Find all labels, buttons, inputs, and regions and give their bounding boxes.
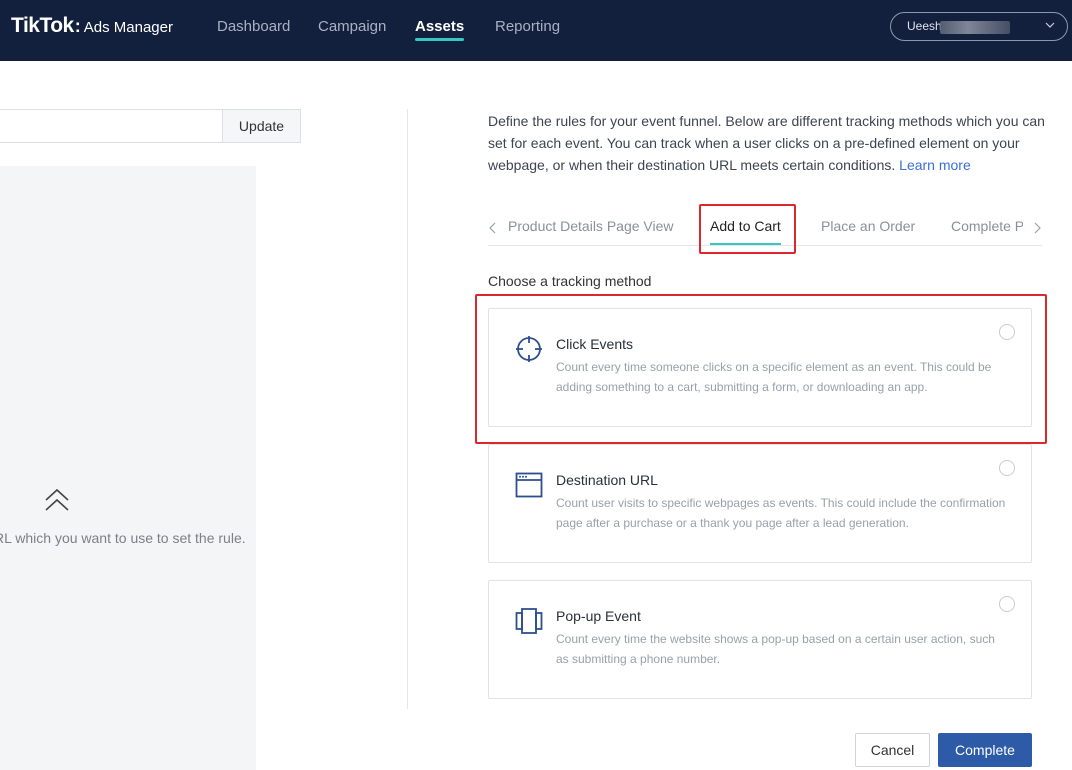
learn-more-link[interactable]: Learn more xyxy=(899,157,971,173)
chevron-left-icon[interactable] xyxy=(488,222,498,234)
update-button-label: Update xyxy=(238,118,285,134)
funnel-rules-description: Define the rules for your event funnel. … xyxy=(488,110,1048,176)
chevron-down-icon xyxy=(1045,22,1055,28)
cancel-button-label: Cancel xyxy=(870,742,915,758)
nav-reporting[interactable]: Reporting xyxy=(495,0,560,61)
tab-place-an-order[interactable]: Place an Order xyxy=(821,218,915,234)
logo-product: Ads Manager xyxy=(83,19,173,36)
nav-assets[interactable]: Assets xyxy=(415,0,465,61)
nav-campaign[interactable]: Campaign xyxy=(318,0,386,61)
radio-destination-url[interactable] xyxy=(999,460,1015,476)
highlight-box-add-to-cart xyxy=(699,204,796,254)
nav-dashboard-label: Dashboard xyxy=(217,18,291,35)
top-nav-bar: TikTok : Ads Manager Dashboard Campaign … xyxy=(0,0,1072,61)
logo-colon: : xyxy=(74,16,81,36)
preview-hint-text: RL which you want to use to set the rule… xyxy=(0,530,246,546)
tab-label: Complete Payment xyxy=(951,218,1023,234)
url-input[interactable] xyxy=(0,109,223,143)
radio-popup-event[interactable] xyxy=(999,596,1015,612)
nav-dashboard[interactable]: Dashboard xyxy=(217,0,290,61)
account-dropdown[interactable]: Ueesh xyxy=(890,12,1068,41)
nav-reporting-label: Reporting xyxy=(495,18,561,35)
tab-product-details-page-view[interactable]: Product Details Page View xyxy=(508,218,674,234)
complete-button[interactable]: Complete xyxy=(938,733,1032,767)
tab-label: Product Details Page View xyxy=(508,218,674,234)
logo-brand: TikTok xyxy=(11,14,74,37)
complete-button-label: Complete xyxy=(955,742,1015,758)
tracking-method-label: Choose a tracking method xyxy=(488,273,652,289)
nav-assets-label: Assets xyxy=(415,18,465,35)
account-name: Ueesh xyxy=(907,19,942,33)
nav-active-indicator xyxy=(415,38,465,41)
method-title: Pop-up Event xyxy=(556,608,641,624)
webpage-preview-area xyxy=(0,166,256,770)
double-chevron-up-icon[interactable] xyxy=(44,487,70,513)
highlight-box-click-events xyxy=(475,294,1047,444)
method-card-destination-url[interactable]: Destination URL Count user visits to spe… xyxy=(488,444,1032,563)
method-description: Count every time the website shows a pop… xyxy=(556,632,995,666)
method-card-popup-event[interactable]: Pop-up Event Count every time the websit… xyxy=(488,580,1032,699)
tab-label: Place an Order xyxy=(821,218,916,234)
tab-complete-payment[interactable]: Complete Payment xyxy=(951,218,1023,234)
popup-icon xyxy=(515,608,543,634)
tiktok-ads-manager-logo[interactable]: TikTok : Ads Manager xyxy=(11,14,173,38)
browser-window-icon xyxy=(515,472,543,498)
chevron-right-icon[interactable] xyxy=(1032,222,1042,234)
update-button[interactable]: Update xyxy=(222,109,301,143)
method-description: Count user visits to specific webpages a… xyxy=(556,496,1006,530)
cancel-button[interactable]: Cancel xyxy=(855,733,930,767)
method-title: Destination URL xyxy=(556,472,658,488)
account-name-redacted xyxy=(940,21,1010,34)
nav-campaign-label: Campaign xyxy=(318,18,387,35)
panel-divider xyxy=(407,109,408,709)
